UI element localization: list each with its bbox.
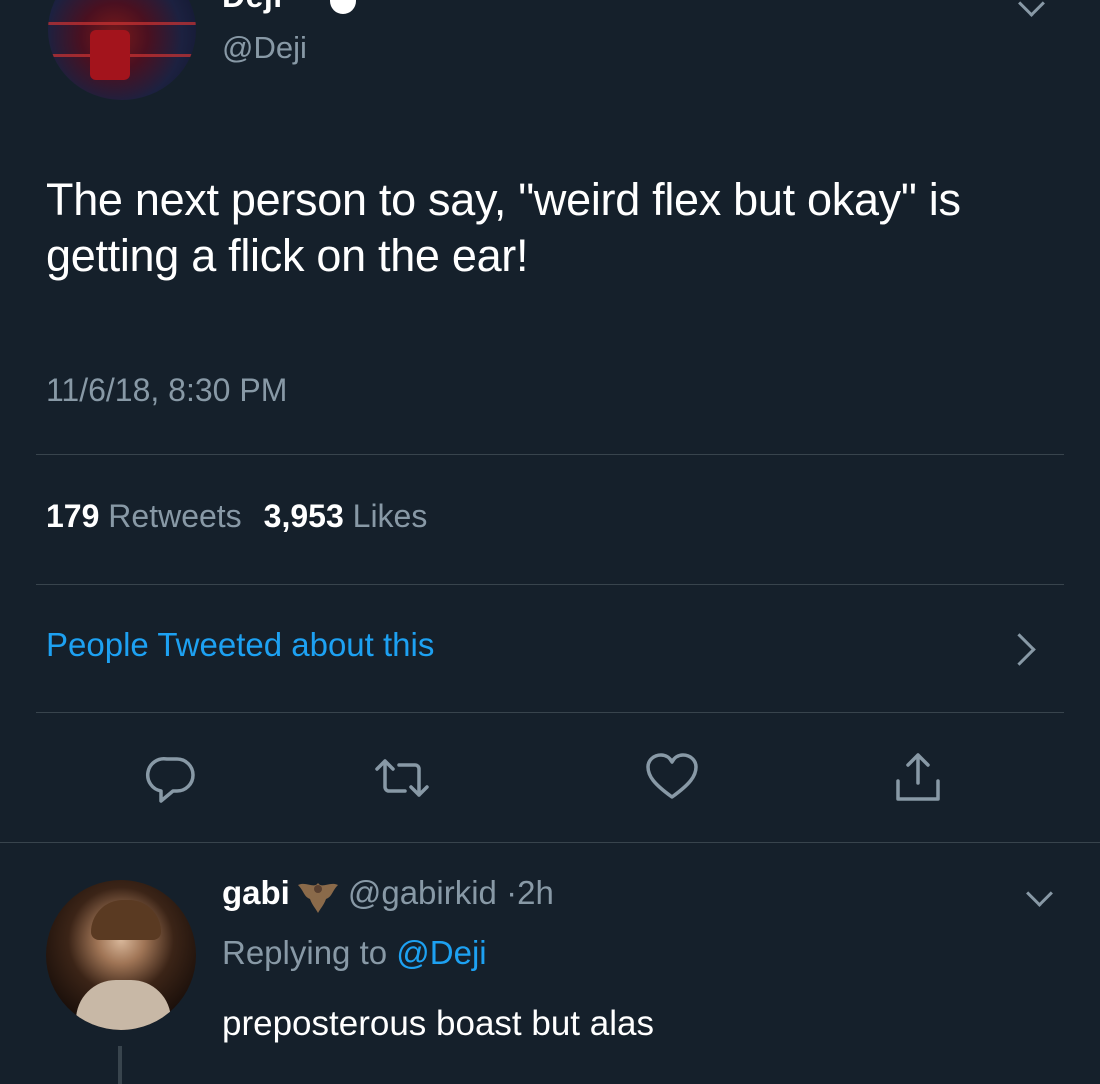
like-icon (646, 753, 698, 799)
chevron-down-icon[interactable] (1026, 880, 1053, 907)
retweet-button[interactable] (370, 746, 434, 810)
divider (36, 712, 1064, 713)
separator-dot: · (506, 874, 518, 911)
share-icon (896, 753, 940, 801)
tweet-stats: 179 Retweets 3,953 Likes (46, 498, 427, 535)
likes-count[interactable]: 3,953 (264, 498, 344, 534)
author-avatar[interactable] (48, 0, 196, 100)
tweet-timestamp: 11/6/18, 8:30 PM (46, 372, 288, 408)
divider (36, 454, 1064, 455)
author-handle[interactable]: @Deji (222, 30, 307, 66)
retweet-icon (375, 759, 429, 797)
reply-header: gabi @gabirkid ·2h (222, 874, 554, 915)
divider (0, 842, 1100, 843)
reply-icon (145, 756, 195, 803)
replying-to-line: Replying to @Deji (222, 934, 487, 972)
tweet-detail-screen: Deji @Deji The next person to say, "weir… (0, 0, 1100, 1084)
tweet-text: The next person to say, "weird flex but … (46, 174, 961, 281)
reply-time: 2h (517, 874, 554, 911)
bat-emoji-icon (297, 883, 338, 914)
chevron-right-icon[interactable] (1003, 633, 1036, 666)
chevron-down-icon[interactable] (1018, 0, 1045, 17)
reply-author-name[interactable]: gabi (222, 874, 290, 911)
replying-to-prefix: Replying to (222, 934, 388, 971)
thread-line (118, 1046, 122, 1084)
divider (36, 584, 1064, 585)
reply-button[interactable] (140, 746, 204, 810)
retweets-label[interactable]: Retweets (108, 498, 241, 534)
verified-badge-icon (330, 0, 356, 14)
tweet-action-bar (0, 746, 1100, 816)
reply-author-handle[interactable]: @gabirkid (348, 874, 497, 911)
share-button[interactable] (886, 746, 950, 810)
author-name[interactable]: Deji (222, 0, 283, 15)
retweets-count[interactable]: 179 (46, 498, 99, 534)
people-tweeted-link[interactable]: People Tweeted about this (46, 626, 434, 664)
likes-label[interactable]: Likes (353, 498, 428, 534)
replying-to-mention[interactable]: @Deji (396, 934, 486, 971)
reply-author-avatar[interactable] (46, 880, 196, 1030)
like-button[interactable] (640, 746, 704, 810)
reply-text: preposterous boast but alas (222, 1004, 654, 1043)
